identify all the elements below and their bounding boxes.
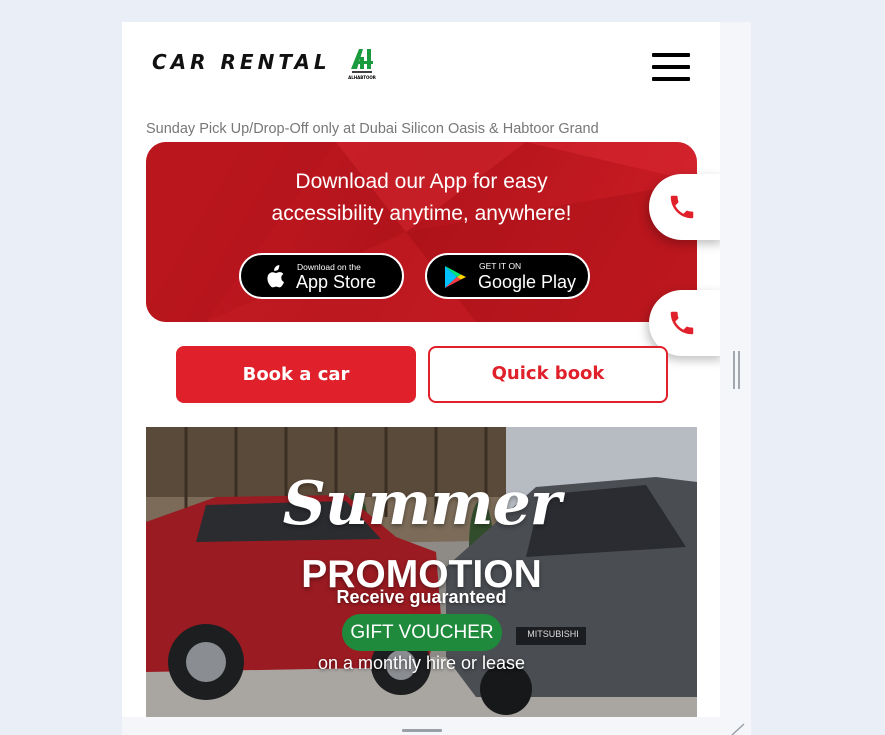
phone-icon: [670, 311, 694, 335]
quick-book-button[interactable]: Quick book: [428, 346, 668, 403]
resize-corner-icon[interactable]: [730, 722, 746, 735]
phone-icon: [670, 195, 694, 219]
call-button-1[interactable]: [649, 174, 720, 240]
pickup-notice: Sunday Pick Up/Drop-Off only at Dubai Si…: [146, 121, 599, 137]
google-play-button[interactable]: GET IT ON Google Play: [425, 253, 590, 299]
license-plate: MITSUBISHI: [527, 629, 579, 639]
google-play-big-text: Google Play: [478, 272, 577, 292]
bottom-gutter: [122, 717, 751, 735]
app-heading: Download our App for easy accessibility …: [146, 166, 697, 230]
habtoor-caption: ALHABTOOR: [348, 75, 376, 80]
app-store-small-text: Download on the: [297, 262, 361, 272]
car-rental-logo[interactable]: CAR RENTAL: [152, 50, 331, 74]
app-heading-line2: accessibility anytime, anywhere!: [271, 202, 572, 225]
mobile-viewport: CAR RENTAL ALHABTOOR Sunday Pick Up/Drop…: [122, 22, 720, 717]
bottom-resize-handle[interactable]: [402, 729, 442, 732]
app-download-banner: Download our App for easy accessibility …: [146, 142, 697, 322]
resize-grabber[interactable]: [733, 351, 741, 389]
receive-guaranteed-text: Receive guaranteed: [336, 587, 507, 607]
google-play-small-text: GET IT ON: [479, 261, 522, 271]
gift-voucher-badge: GIFT VOUCHER: [342, 614, 502, 651]
app-store-big-text: App Store: [296, 272, 377, 292]
app-heading-line1: Download our App for easy: [295, 170, 548, 193]
monthly-hire-text: on a monthly hire or lease: [317, 653, 526, 673]
google-play-icon: [445, 266, 466, 288]
book-a-car-button[interactable]: Book a car: [176, 346, 416, 403]
hamburger-menu-button[interactable]: [652, 52, 690, 82]
summer-promotion-banner[interactable]: Summer PROMOTION Receive guaranteed GIFT…: [146, 427, 697, 717]
apple-icon: [267, 265, 284, 288]
summer-title: Summer: [282, 469, 562, 539]
habtoor-logo: ALHABTOOR: [347, 45, 377, 81]
app-store-button[interactable]: Download on the App Store: [239, 253, 404, 299]
